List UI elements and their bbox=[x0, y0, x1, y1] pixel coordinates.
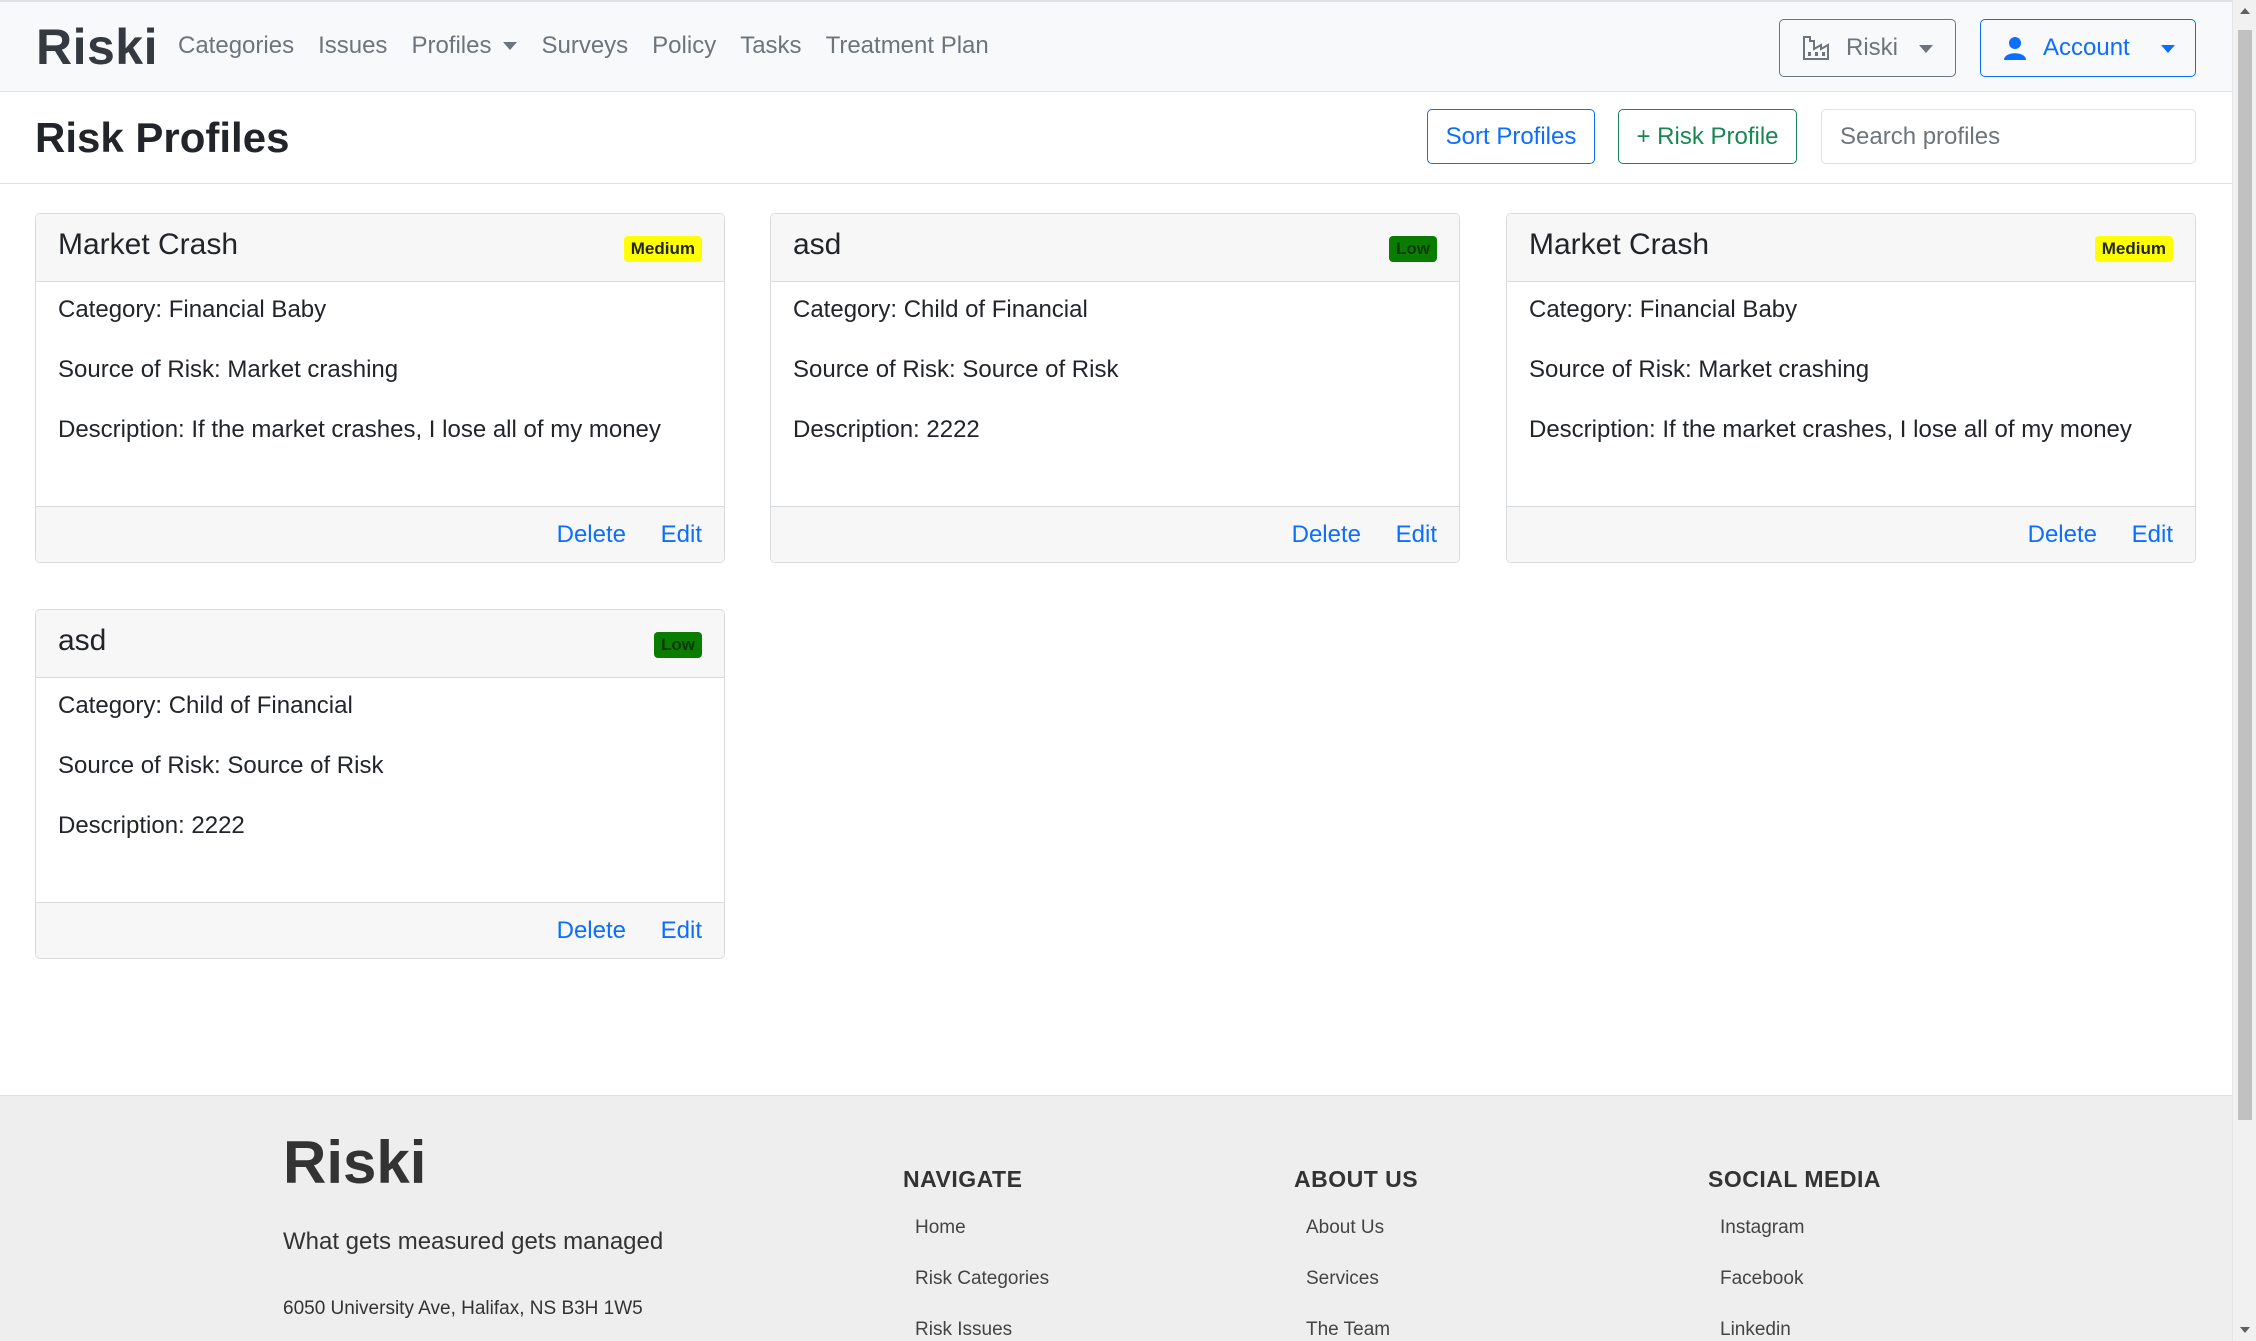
nav-item-surveys[interactable]: Surveys bbox=[541, 32, 628, 60]
card-footer: Delete Edit bbox=[1507, 506, 2195, 562]
card-body: Category: Child of Financial Source of R… bbox=[771, 282, 1459, 508]
card-title: Market Crash bbox=[1529, 228, 1710, 261]
account-label: Account bbox=[2043, 34, 2130, 61]
card-title: asd bbox=[793, 228, 842, 261]
card-footer: Delete Edit bbox=[771, 506, 1459, 562]
scroll-up-arrow-icon[interactable] bbox=[2240, 8, 2250, 14]
edit-link[interactable]: Edit bbox=[2132, 521, 2173, 549]
footer-link-about-us[interactable]: About Us bbox=[1306, 1215, 1418, 1266]
footer-link-instagram[interactable]: Instagram bbox=[1720, 1215, 1881, 1266]
card-header: asd Low bbox=[36, 610, 724, 678]
brand-logo[interactable]: Riski bbox=[36, 18, 158, 76]
card-category: Category: Child of Financial bbox=[793, 296, 1088, 323]
scroll-down-arrow-icon[interactable] bbox=[2240, 1327, 2250, 1333]
footer-social-column: SOCIAL MEDIA Instagram Facebook Linkedin bbox=[1708, 1166, 1881, 1341]
risk-profile-card: Market Crash Medium Category: Financial … bbox=[1506, 213, 2196, 563]
card-header: Market Crash Medium bbox=[1507, 214, 2195, 282]
page-header: Risk Profiles Sort Profiles + Risk Profi… bbox=[0, 92, 2232, 184]
card-title: asd bbox=[58, 624, 107, 657]
top-navbar: Riski Categories Issues Profiles Surveys… bbox=[0, 0, 2232, 92]
footer-link-risk-issues[interactable]: Risk Issues bbox=[915, 1317, 1049, 1341]
card-body: Category: Child of Financial Source of R… bbox=[36, 678, 724, 904]
sort-profiles-button[interactable]: Sort Profiles bbox=[1427, 109, 1595, 164]
chevron-down-icon bbox=[2161, 45, 2175, 53]
nav-item-policy[interactable]: Policy bbox=[652, 32, 716, 60]
footer-link-services[interactable]: Services bbox=[1306, 1266, 1418, 1317]
risk-profile-card: asd Low Category: Child of Financial Sou… bbox=[770, 213, 1460, 563]
nav-item-profiles-label: Profiles bbox=[411, 32, 492, 59]
search-input[interactable] bbox=[1821, 109, 2196, 164]
chevron-down-icon bbox=[1919, 45, 1933, 53]
footer-brand: Riski bbox=[283, 1129, 427, 1196]
footer-about-column: ABOUT US About Us Services The Team bbox=[1294, 1166, 1418, 1341]
page-title: Risk Profiles bbox=[35, 114, 290, 161]
chevron-down-icon bbox=[503, 42, 518, 50]
edit-link[interactable]: Edit bbox=[1396, 521, 1437, 549]
card-category: Category: Financial Baby bbox=[58, 296, 327, 323]
card-source: Source of Risk: Source of Risk bbox=[58, 752, 384, 779]
card-header: Market Crash Medium bbox=[36, 214, 724, 282]
card-source: Source of Risk: Market crashing bbox=[1529, 356, 1870, 383]
card-body: Category: Financial Baby Source of Risk:… bbox=[36, 282, 724, 508]
nav-links: Categories Issues Profiles Surveys Polic… bbox=[178, 32, 1013, 60]
footer-address: 6050 University Ave, Halifax, NS B3H 1W5 bbox=[283, 1298, 643, 1319]
risk-level-badge: Low bbox=[654, 632, 702, 658]
card-footer: Delete Edit bbox=[36, 506, 724, 562]
account-dropdown-button[interactable]: Account bbox=[1980, 19, 2196, 77]
edit-link[interactable]: Edit bbox=[661, 917, 702, 945]
nav-item-issues[interactable]: Issues bbox=[318, 32, 387, 60]
card-title: Market Crash bbox=[58, 228, 239, 261]
delete-link[interactable]: Delete bbox=[2028, 521, 2097, 549]
card-header: asd Low bbox=[771, 214, 1459, 282]
user-icon bbox=[2003, 36, 2027, 60]
card-description: Description: If the market crashes, I lo… bbox=[1529, 416, 2132, 443]
card-description: Description: 2222 bbox=[793, 416, 980, 443]
organization-label: Riski bbox=[1846, 34, 1898, 61]
footer-link-linkedin[interactable]: Linkedin bbox=[1720, 1317, 1881, 1341]
footer-link-the-team[interactable]: The Team bbox=[1306, 1317, 1418, 1341]
add-risk-profile-button[interactable]: + Risk Profile bbox=[1618, 109, 1797, 164]
card-body: Category: Financial Baby Source of Risk:… bbox=[1507, 282, 2195, 508]
page-footer: Riski What gets measured gets managed 60… bbox=[0, 1095, 2232, 1341]
card-footer: Delete Edit bbox=[36, 902, 724, 958]
card-description: Description: If the market crashes, I lo… bbox=[58, 416, 661, 443]
factory-icon bbox=[1802, 35, 1830, 61]
delete-link[interactable]: Delete bbox=[1292, 521, 1361, 549]
risk-profile-card: Market Crash Medium Category: Financial … bbox=[35, 213, 725, 563]
footer-link-risk-categories[interactable]: Risk Categories bbox=[915, 1266, 1049, 1317]
edit-link[interactable]: Edit bbox=[661, 521, 702, 549]
scrollbar-thumb[interactable] bbox=[2238, 30, 2252, 1120]
organization-dropdown-button[interactable]: Riski bbox=[1779, 19, 1956, 77]
nav-item-categories[interactable]: Categories bbox=[178, 32, 294, 60]
footer-tagline: What gets measured gets managed bbox=[283, 1228, 664, 1255]
nav-item-tasks[interactable]: Tasks bbox=[740, 32, 801, 60]
delete-link[interactable]: Delete bbox=[557, 521, 626, 549]
footer-heading: ABOUT US bbox=[1294, 1166, 1419, 1192]
footer-heading: NAVIGATE bbox=[903, 1166, 1023, 1192]
risk-level-badge: Medium bbox=[2094, 236, 2173, 262]
footer-link-facebook[interactable]: Facebook bbox=[1720, 1266, 1881, 1317]
card-category: Category: Financial Baby bbox=[1529, 296, 1798, 323]
delete-link[interactable]: Delete bbox=[557, 917, 626, 945]
card-source: Source of Risk: Source of Risk bbox=[793, 356, 1119, 383]
risk-level-badge: Medium bbox=[623, 236, 702, 262]
card-category: Category: Child of Financial bbox=[58, 692, 353, 719]
footer-heading: SOCIAL MEDIA bbox=[1708, 1166, 1881, 1192]
nav-item-treatment-plan[interactable]: Treatment Plan bbox=[826, 32, 989, 60]
risk-level-badge: Low bbox=[1389, 236, 1437, 262]
card-source: Source of Risk: Market crashing bbox=[58, 356, 399, 383]
nav-item-profiles[interactable]: Profiles bbox=[411, 32, 518, 60]
vertical-scrollbar[interactable] bbox=[2232, 0, 2256, 1341]
footer-navigate-column: NAVIGATE Home Risk Categories Risk Issue… bbox=[903, 1166, 1049, 1341]
card-description: Description: 2222 bbox=[58, 812, 245, 839]
risk-profile-card: asd Low Category: Child of Financial Sou… bbox=[35, 609, 725, 959]
footer-link-home[interactable]: Home bbox=[915, 1215, 1049, 1266]
